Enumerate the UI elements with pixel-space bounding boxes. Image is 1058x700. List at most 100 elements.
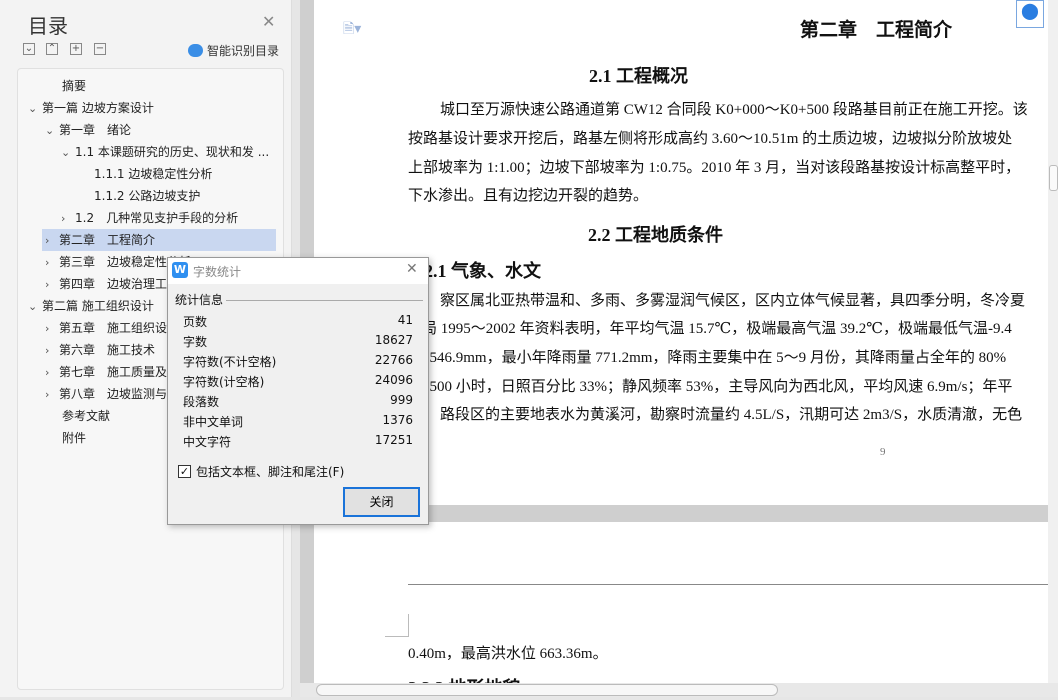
- stat-value: 1376: [382, 413, 413, 427]
- vertical-scroll-thumb[interactable]: [1049, 165, 1058, 191]
- stat-label: 段落数: [183, 395, 220, 409]
- heading-2-2-1: 2.1 气象、水文: [424, 261, 541, 281]
- header-line: [408, 584, 1048, 585]
- chevron-down-icon[interactable]: ⌄: [61, 142, 75, 164]
- toc-item-label: 1.1 本课题研究的历史、现状和发 ...: [75, 145, 270, 159]
- close-icon[interactable]: ✕: [262, 12, 275, 31]
- toc-item-label: 第二篇 施工组织设计: [42, 299, 154, 313]
- stat-row: 中文字符 17251: [183, 433, 413, 450]
- paragraph-line: 路段区的主要地表水为黄溪河，勘察时流量约 4.5L/S，汛期可达 2m3/S，水…: [440, 407, 1023, 423]
- toc-item[interactable]: › 第七章 施工质量及: [45, 361, 167, 383]
- horizontal-scroll-thumb[interactable]: [316, 684, 778, 696]
- collapse-all-icon[interactable]: ⌃: [46, 43, 58, 55]
- toc-item-label: 第五章 施工组织设计: [59, 321, 180, 335]
- add-level-icon[interactable]: +: [70, 43, 82, 55]
- toc-item-label: 第七章 施工质量及: [59, 365, 168, 379]
- toc-item[interactable]: › 第八章 边坡监测与: [45, 383, 167, 405]
- chevron-right-icon[interactable]: ›: [45, 362, 59, 384]
- toc-item-label: 附件: [62, 431, 87, 445]
- toc-item[interactable]: ⌄ 第二篇 施工组织设计: [28, 295, 154, 317]
- chevron-down-icon[interactable]: ⌄: [45, 120, 59, 142]
- stat-label: 页数: [183, 315, 208, 329]
- stat-value: 18627: [374, 333, 413, 347]
- horizontal-scrollbar[interactable]: [300, 683, 1058, 697]
- paragraph-line: 城口至万源快速公路通道第 CW12 合同段 K0+000～K0+500 段路基目…: [440, 102, 1028, 118]
- toc-item-label: 第二章 工程简介: [59, 233, 156, 247]
- toc-item[interactable]: ⌄ 1.1 本课题研究的历史、现状和发 ...: [61, 141, 269, 163]
- heading-2-2: 2.2 工程地质条件: [588, 225, 723, 245]
- expand-all-icon[interactable]: ⌄: [23, 43, 35, 55]
- toc-item[interactable]: › 第四章 边坡治理工程: [45, 273, 179, 295]
- stat-row: 字符数(计空格) 24096: [183, 373, 413, 390]
- stat-label: 字符数(计空格): [183, 375, 265, 389]
- chevron-right-icon[interactable]: ›: [61, 208, 75, 230]
- toc-item[interactable]: 参考文献: [62, 405, 110, 427]
- toc-item[interactable]: › 1.2 几种常见支护手段的分析: [61, 207, 238, 229]
- stat-label: 字数: [183, 335, 208, 349]
- toc-item-label: 1.1.2 公路边坡支护: [94, 189, 201, 203]
- page-number: 9: [880, 446, 886, 458]
- chevron-right-icon[interactable]: ›: [45, 384, 59, 406]
- heading-2-1: 2.1 工程概况: [589, 66, 688, 86]
- page-10: 0.40m，最高洪水位 663.36m。 2.2.2 地形地貌: [314, 522, 1048, 698]
- toc-item[interactable]: 1.1.2 公路边坡支护: [94, 185, 200, 207]
- checkbox-label: 包括文本框、脚注和尾注(F): [196, 465, 345, 479]
- stat-row: 字数 18627: [183, 333, 413, 350]
- toc-item-label: 1.1.1 边坡稳定性分析: [94, 167, 213, 181]
- toc-item-label: 第一篇 边坡方案设计: [42, 101, 154, 115]
- toc-item[interactable]: 摘要: [62, 75, 86, 97]
- paragraph-line: 1500 小时，日照百分比 33%；静风频率 53%，主导风向为西北风，平均风速…: [422, 379, 1013, 395]
- include-textbox-checkbox[interactable]: ✓ 包括文本框、脚注和尾注(F): [178, 463, 344, 480]
- chevron-right-icon[interactable]: ›: [45, 274, 59, 296]
- stat-row: 页数 41: [183, 313, 413, 330]
- toc-item[interactable]: › 第五章 施工组织设计: [45, 317, 179, 339]
- paragraph-line: 上部坡率为 1:1.00；边坡下部坡率为 1:0.75。2010 年 3 月，当…: [408, 160, 1021, 176]
- vertical-scrollbar[interactable]: [1048, 0, 1058, 683]
- stat-row: 非中文单词 1376: [183, 413, 413, 430]
- toc-item[interactable]: › 第六章 施工技术: [45, 339, 155, 361]
- chevron-right-icon[interactable]: ›: [45, 252, 59, 274]
- paragraph-line: 1546.9mm，最小年降雨量 771.2mm，降雨主要集中在 5～9 月份，其…: [422, 350, 1007, 366]
- paragraph-line: 按路基设计要求开挖后，路基左侧将形成高约 3.60～10.51m 的土质边坡，边…: [408, 131, 1013, 147]
- toc-item[interactable]: ⌄ 第一章 绪论: [45, 119, 131, 141]
- location-pin-icon[interactable]: ⬤: [1016, 0, 1044, 28]
- toc-item-label: 1.2 几种常见支护手段的分析: [75, 211, 239, 225]
- chevron-right-icon[interactable]: ›: [45, 318, 59, 340]
- toc-item-label: 参考文献: [62, 409, 111, 423]
- smart-toc-button[interactable]: 智能识别目录: [188, 42, 279, 59]
- chevron-down-icon[interactable]: ⌄: [28, 98, 42, 120]
- margin-corner-mark: [385, 614, 409, 637]
- toc-item[interactable]: ⌄ 第一篇 边坡方案设计: [28, 97, 154, 119]
- dialog-title: 字数统计: [193, 265, 242, 279]
- toc-item[interactable]: 1.1.1 边坡稳定性分析: [94, 163, 212, 185]
- doc-menu-icon[interactable]: 🗎▾: [343, 18, 361, 42]
- toc-item-label: 第六章 施工技术: [59, 343, 156, 357]
- stat-value: 22766: [374, 353, 413, 367]
- close-button[interactable]: 关闭: [343, 487, 420, 517]
- toc-item[interactable]: › 第二章 工程简介: [42, 229, 276, 251]
- paragraph-line: 局 1995～2002 年资料表明，年平均气温 15.7℃，极端最高气温 39.…: [422, 321, 1012, 337]
- chevron-down-icon[interactable]: ⌄: [28, 296, 42, 318]
- toc-title: 目录: [28, 14, 68, 38]
- remove-level-icon[interactable]: −: [94, 43, 106, 55]
- stat-value: 17251: [374, 433, 413, 447]
- stat-label: 字符数(不计空格): [183, 355, 277, 369]
- dialog-titlebar: W 字数统计 ✕: [168, 258, 428, 284]
- checkbox-check-icon[interactable]: ✓: [178, 465, 191, 478]
- dialog-close-icon[interactable]: ✕: [406, 261, 418, 277]
- paragraph-line: 察区属北亚热带温和、多雨、多雾湿润气候区，区内立体气候显著，具四季分明，冬冷夏: [440, 293, 1026, 309]
- smart-icon: [188, 44, 203, 57]
- toc-item-label: 第八章 边坡监测与: [59, 387, 168, 401]
- chevron-right-icon[interactable]: ›: [45, 230, 59, 252]
- toc-item-label: 第四章 边坡治理工程: [59, 277, 180, 291]
- toc-item-label: 摘要: [62, 79, 87, 93]
- toc-item[interactable]: 附件: [62, 427, 86, 449]
- stat-value: 24096: [374, 373, 413, 387]
- chevron-right-icon[interactable]: ›: [45, 340, 59, 362]
- stat-row: 段落数 999: [183, 393, 413, 410]
- stats-group-label: 统计信息: [175, 291, 227, 308]
- toc-item-label: 第一章 绪论: [59, 123, 132, 137]
- stat-row: 字符数(不计空格) 22766: [183, 353, 413, 370]
- stat-value: 41: [397, 313, 413, 327]
- paragraph-line: 下水渗出。且有边挖边开裂的趋势。: [408, 188, 649, 204]
